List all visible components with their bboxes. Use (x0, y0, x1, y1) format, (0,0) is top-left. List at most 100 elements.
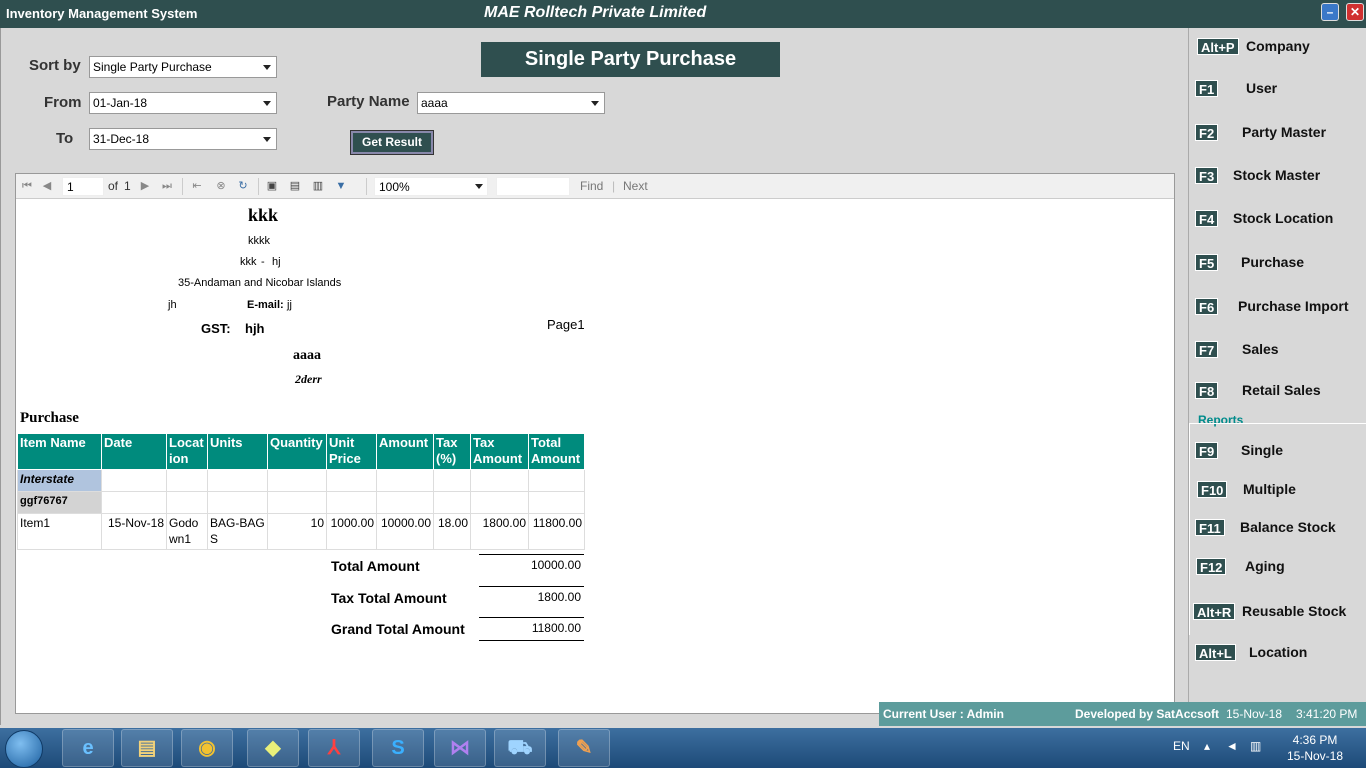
shortcut-key: F6 (1195, 298, 1219, 315)
report-item-single[interactable]: F9 Single (1189, 442, 1366, 472)
menu-item-purchase-import[interactable]: F6 Purchase Import (1189, 298, 1366, 328)
volume-muted-icon[interactable]: ◄ (1226, 739, 1238, 753)
header-unit-price: Unit Price (326, 433, 377, 470)
cell-location: Godo wn1 (166, 513, 208, 550)
stop-icon[interactable]: ⊗ (214, 179, 228, 193)
report-item-aging[interactable]: F12 Aging (1189, 558, 1366, 588)
cell-units: BAG-BAGS (207, 513, 268, 550)
divider (479, 640, 584, 641)
menu-label: Single (1241, 442, 1284, 458)
report-item-balance-stock[interactable]: F11 Balance Stock (1189, 519, 1366, 549)
cell-quantity: 10 (267, 513, 327, 550)
divider (479, 586, 584, 587)
party-name-select[interactable]: aaaa (417, 92, 605, 114)
to-date-picker[interactable]: 31-Dec-18 (89, 128, 277, 150)
sort-by-select[interactable]: Single Party Purchase (89, 56, 277, 78)
cart-app-icon[interactable]: ⛟ (494, 729, 546, 767)
chevron-down-icon (591, 101, 599, 106)
menu-item-party-master[interactable]: F2 Party Master (1189, 124, 1366, 154)
report-state: 35-Andaman and Nicobar Islands (178, 277, 342, 289)
shortcut-key: Alt+L (1195, 644, 1236, 661)
cell-tax-amount: 1800.00 (470, 513, 529, 550)
internet-explorer-icon[interactable]: e (62, 729, 114, 767)
next-link[interactable]: Next (623, 179, 648, 193)
header-units: Units (207, 433, 268, 470)
menu-item-retail-sales[interactable]: F8 Retail Sales (1189, 382, 1366, 412)
file-explorer-icon[interactable]: ▤ (121, 729, 173, 767)
table-row: Interstate (17, 469, 585, 492)
menu-label: Company (1246, 38, 1310, 54)
visual-studio-icon[interactable]: ⋈ (434, 729, 486, 767)
start-button[interactable] (5, 730, 43, 768)
sticky-notes-icon[interactable]: ◆ (247, 729, 299, 767)
toolbar-separator: | (612, 179, 616, 193)
print-layout-icon[interactable]: ▤ (288, 179, 302, 193)
shortcut-key: F11 (1195, 519, 1225, 536)
page-setup-icon[interactable]: ▥ (311, 179, 325, 193)
menu-item-stock-location[interactable]: F4 Stock Location (1189, 210, 1366, 240)
language-indicator[interactable]: EN (1173, 739, 1190, 753)
pdf-reader-icon[interactable]: ⅄ (308, 729, 360, 767)
report-email-value: jj (287, 299, 292, 311)
shortcut-key: F7 (1195, 341, 1219, 358)
shortcut-key: Alt+R (1193, 603, 1236, 620)
find-input[interactable] (496, 177, 570, 196)
from-date-picker[interactable]: 01-Jan-18 (89, 92, 277, 114)
header-tax-pct: Tax (%) (433, 433, 471, 470)
print-icon[interactable]: ▣ (265, 179, 279, 193)
paint-icon[interactable]: ✎ (558, 729, 610, 767)
menu-label: Party Master (1242, 124, 1327, 140)
header-item-name: Item Name (17, 433, 102, 470)
first-page-icon[interactable]: ⏮ (20, 179, 34, 193)
current-user: Current User : Admin (883, 707, 1004, 721)
report-item-reusable-stock[interactable]: Alt+R Reusable Stock (1189, 603, 1366, 633)
back-icon[interactable]: ⇤ (190, 179, 204, 193)
to-label: To (56, 130, 74, 147)
show-hidden-icons-icon[interactable]: ▴ (1204, 739, 1210, 753)
report-viewer: ⏮ ◀ 1 of 1 ▶ ⏭ ⇤ ⊗ ↻ ▣ ▤ ▥ ▼ 100% Find |… (15, 173, 1175, 714)
get-result-button[interactable]: Get Result (350, 130, 434, 155)
company-title: MAE Rolltech Private Limited (484, 4, 707, 21)
find-link[interactable]: Find (580, 179, 603, 193)
close-button[interactable]: ✕ (1346, 3, 1364, 21)
header-amount: Amount (376, 433, 434, 470)
refresh-icon[interactable]: ↻ (236, 179, 250, 193)
chevron-down-icon (263, 101, 271, 106)
last-page-icon[interactable]: ⏭ (160, 179, 174, 193)
report-item-multiple[interactable]: F10 Multiple (1189, 481, 1366, 511)
header-total-amount: Total Amount (528, 433, 585, 470)
sort-by-value: Single Party Purchase (93, 60, 212, 74)
sort-by-label: Sort by (29, 57, 81, 74)
skype-icon[interactable]: S (372, 729, 424, 767)
next-page-icon[interactable]: ▶ (138, 179, 152, 193)
status-time: 3:41:20 PM (1296, 707, 1358, 721)
zoom-select[interactable]: 100% (374, 177, 488, 196)
shortcut-key: F3 (1195, 167, 1219, 184)
minimize-button[interactable]: – (1321, 3, 1339, 21)
export-icon[interactable]: ▼ (334, 179, 348, 193)
menu-label: Multiple (1243, 481, 1296, 497)
menu-item-company[interactable]: Alt+P Company (1189, 38, 1366, 68)
report-party-sub: 2derr (295, 372, 322, 386)
report-line2c: hj (272, 256, 281, 268)
shortcut-key: F2 (1195, 124, 1219, 141)
title-bar: Inventory Management System MAE Rolltech… (0, 0, 1366, 28)
report-line2b: - (261, 256, 265, 268)
from-date-value: 01-Jan-18 (93, 96, 148, 110)
status-date: 15-Nov-18 (1226, 707, 1283, 721)
clock-time: 4:36 PM (1292, 733, 1338, 747)
menu-item-stock-master[interactable]: F3 Stock Master (1189, 167, 1366, 197)
report-item-location[interactable]: Alt+L Location (1189, 644, 1366, 674)
menu-item-purchase[interactable]: F5 Purchase (1189, 254, 1366, 284)
previous-page-icon[interactable]: ◀ (40, 179, 54, 193)
page-number-input[interactable]: 1 (62, 177, 104, 196)
shortcut-key: F5 (1195, 254, 1219, 271)
menu-item-sales[interactable]: F7 Sales (1189, 341, 1366, 371)
menu-label: Balance Stock (1240, 519, 1336, 535)
menu-item-user[interactable]: F1 User (1189, 80, 1366, 110)
tax-total-value: 1800.00 (537, 590, 581, 604)
menu-label: Location (1249, 644, 1308, 660)
system-clock[interactable]: 4:36 PM 15-Nov-18 (1280, 732, 1350, 764)
chrome-icon[interactable]: ◉ (181, 729, 233, 767)
network-icon[interactable]: ▥ (1250, 739, 1261, 753)
